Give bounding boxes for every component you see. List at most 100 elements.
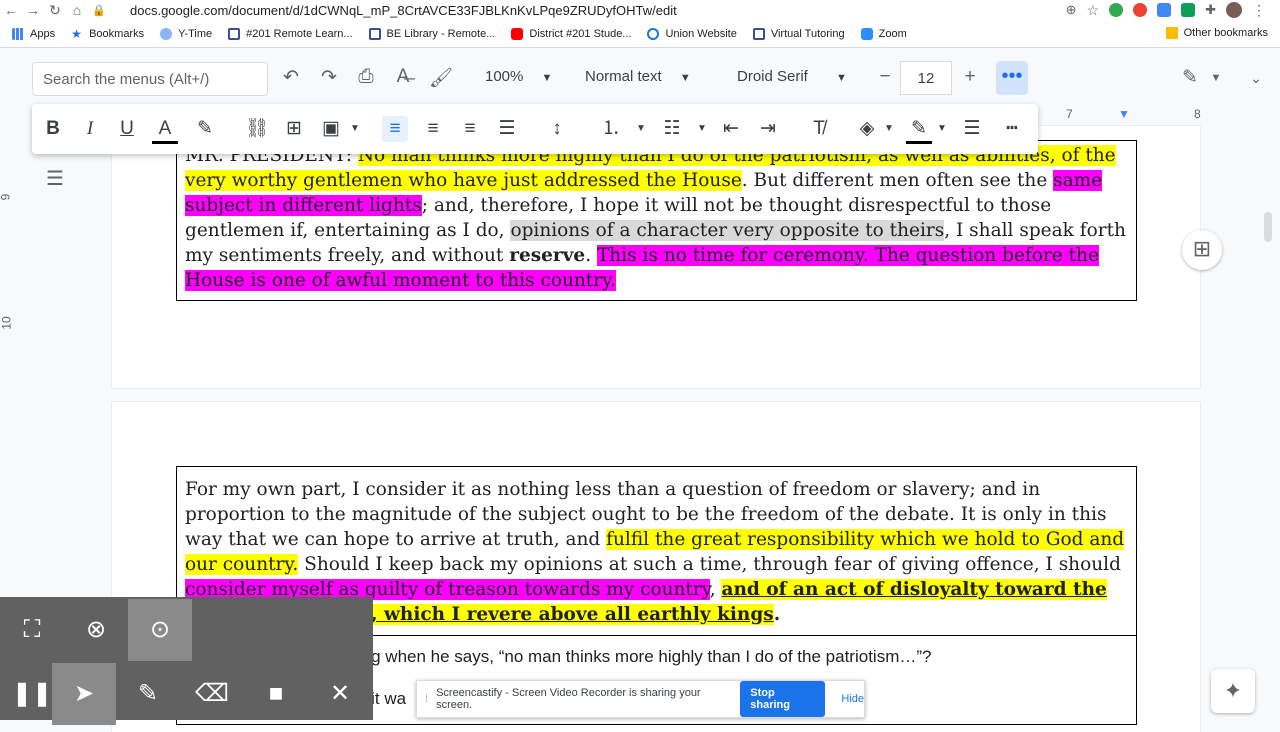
border-dash-icon[interactable]: ┅ — [999, 116, 1025, 142]
add-comment-icon[interactable]: ⊞ — [281, 116, 307, 142]
document-outline-icon[interactable]: ☰ — [46, 166, 70, 190]
clear-formatting-icon[interactable]: T̸ — [806, 116, 832, 142]
share-message: Screencastify - Screen Video Recorder is… — [436, 687, 701, 711]
add-comment-button[interactable]: ⊞ — [1182, 230, 1222, 270]
line-spacing-icon[interactable]: ↕ — [544, 116, 570, 142]
menu-icon[interactable]: ⋮ — [1252, 2, 1266, 19]
cursor-highlight-icon[interactable]: ⊗ — [64, 599, 128, 661]
extension-snowflake-icon[interactable] — [1157, 3, 1172, 17]
spellcheck-icon[interactable]: A̶ — [390, 66, 416, 88]
bookmark-be-library[interactable]: BE Library - Remote... — [368, 27, 495, 40]
editing-mode-icon[interactable]: ✎ — [1177, 66, 1203, 89]
chevron-down-icon[interactable]: ▼ — [342, 116, 368, 142]
calendar-icon — [752, 27, 765, 40]
style-select[interactable]: Normal text ▼ — [585, 68, 691, 85]
url-text[interactable]: docs.google.com/document/d/1dCWNqL_mP_8C… — [130, 3, 677, 18]
close-icon[interactable]: ✕ — [308, 663, 372, 725]
bookmark-remote-learn[interactable]: #201 Remote Learn... — [228, 27, 353, 40]
stop-sharing-button[interactable]: Stop sharing — [740, 681, 826, 717]
bookmark-zoom[interactable]: Zoom — [860, 27, 907, 40]
pointer-icon[interactable]: ➤ — [52, 663, 116, 725]
bookmark-district[interactable]: District #201 Stude... — [511, 27, 631, 40]
explore-button[interactable]: ✦ — [1211, 669, 1255, 713]
insert-image-icon[interactable]: ▣ — [318, 116, 344, 142]
site-icon — [160, 27, 173, 40]
bookmark-bookmarks[interactable]: ★ Bookmarks — [71, 28, 144, 40]
spotlight-icon[interactable]: ⊙ — [128, 599, 192, 661]
chevron-down-icon[interactable]: ▼ — [628, 116, 654, 142]
profile-avatar[interactable] — [1226, 2, 1242, 18]
bookmark-label: Zoom — [878, 27, 907, 40]
chevron-down-icon: ▼ — [541, 72, 553, 84]
font-size-input[interactable]: 12 — [900, 61, 952, 95]
increase-font-size-button[interactable]: + — [957, 66, 983, 88]
back-icon[interactable]: ← — [0, 2, 22, 18]
puzzle-icon[interactable]: ✚ — [1205, 2, 1216, 18]
border-width-icon[interactable]: ☰ — [959, 116, 985, 142]
align-right-icon[interactable]: ≡ — [457, 116, 483, 142]
calendar-icon — [228, 27, 241, 40]
font-value: Droid Serif — [737, 68, 808, 85]
body-text: . — [773, 604, 781, 625]
font-select[interactable]: Droid Serif ▼ — [737, 68, 847, 85]
text-box-paragraph-1[interactable]: MR. PRESIDENT: No man thinks more highly… — [176, 140, 1137, 301]
increase-indent-icon[interactable]: ⇥ — [755, 116, 781, 142]
bookmark-virtual-tutoring[interactable]: Virtual Tutoring — [752, 27, 845, 40]
chevron-down-icon[interactable]: ▼ — [876, 116, 902, 142]
other-bookmarks-label: Other bookmarks — [1183, 27, 1268, 39]
align-center-icon[interactable]: ≡ — [420, 116, 446, 142]
star-icon: ★ — [71, 26, 82, 41]
bold-icon[interactable]: B — [40, 116, 66, 142]
text-color-icon[interactable]: A — [152, 116, 178, 144]
bookmark-label: Union Website — [665, 27, 737, 40]
focus-icon[interactable]: ⛶ — [0, 599, 64, 661]
reload-icon[interactable]: ↻ — [44, 2, 66, 19]
extension-green-icon[interactable] — [1109, 3, 1124, 17]
other-bookmarks[interactable]: Other bookmarks — [1165, 27, 1268, 39]
forward-icon[interactable]: → — [22, 2, 44, 18]
align-left-icon[interactable]: ≡ — [382, 116, 408, 142]
bookmark-apps[interactable]: Apps — [12, 27, 55, 40]
chevron-down-icon[interactable]: ▼ — [929, 116, 955, 142]
chevron-down-icon[interactable]: ▼ — [689, 116, 715, 142]
chevron-down-icon[interactable]: ▼ — [1203, 72, 1229, 84]
zoom-icon[interactable]: ⊕ — [1066, 2, 1077, 18]
zoom-value: 100% — [485, 68, 524, 85]
highlight-color-icon[interactable]: ✎ — [192, 116, 218, 142]
bookmark-union[interactable]: Union Website — [647, 27, 737, 40]
pen-icon[interactable]: ✎ — [116, 663, 180, 725]
drag-handle-icon[interactable]: ⁞ — [425, 693, 428, 705]
undo-icon[interactable]: ↶ — [278, 66, 304, 89]
extension-sheet-icon[interactable] — [1181, 3, 1196, 17]
camera-icon[interactable]: ■ — [244, 663, 308, 725]
right-indent-marker-icon[interactable]: ▼ — [1118, 107, 1130, 121]
hide-button[interactable]: Hide — [841, 693, 864, 705]
star-icon[interactable]: ☆ — [1087, 2, 1100, 19]
bulleted-list-icon[interactable]: ☷ — [659, 116, 685, 142]
collapse-toolbar-icon[interactable]: ⌄ — [1243, 70, 1269, 87]
bookmark-ytime[interactable]: Y-Time — [160, 27, 212, 40]
body-text: Should I keep back my opinions at such a… — [298, 554, 1121, 575]
redo-icon[interactable]: ↷ — [316, 66, 342, 89]
justify-icon[interactable]: ☰ — [494, 116, 520, 142]
zoom-video-icon — [860, 27, 873, 40]
extension-record-icon[interactable] — [1133, 3, 1148, 17]
link-icon[interactable]: ⛓ — [244, 116, 270, 142]
search-menus-input[interactable]: Search the menus (Alt+/) — [32, 62, 268, 96]
numbered-list-icon[interactable]: ⒈ — [598, 116, 624, 142]
home-icon[interactable]: ⌂ — [66, 2, 88, 18]
decrease-indent-icon[interactable]: ⇤ — [718, 116, 744, 142]
body-text: . — [585, 245, 597, 266]
print-icon[interactable]: ⎙ — [353, 66, 379, 88]
decrease-font-size-button[interactable]: − — [872, 66, 898, 88]
bookmark-label: #201 Remote Learn... — [246, 27, 353, 40]
bookmarks-bar: Apps ★ Bookmarks Y-Time #201 Remote Learn… — [0, 20, 1280, 48]
italic-icon[interactable]: I — [77, 116, 103, 142]
paint-format-icon[interactable]: 🖌 — [428, 66, 454, 90]
eraser-icon[interactable]: ⌫ — [180, 663, 244, 725]
more-options-button[interactable]: ••• — [996, 61, 1028, 95]
underline-icon[interactable]: U — [114, 116, 140, 142]
scrollbar[interactable] — [1264, 212, 1272, 242]
style-value: Normal text — [585, 68, 662, 85]
zoom-select[interactable]: 100% ▼ — [485, 68, 552, 85]
